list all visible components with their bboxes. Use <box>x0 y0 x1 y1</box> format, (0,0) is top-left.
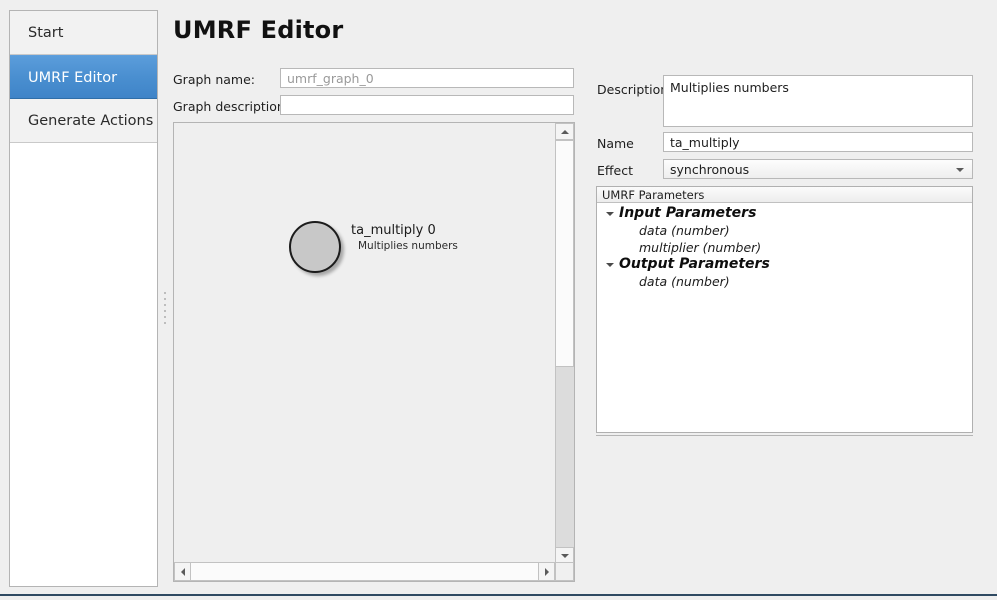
tree-item[interactable]: data (number) <box>597 222 972 239</box>
triangle-down-icon[interactable] <box>603 211 617 216</box>
umrf-parameters-panel: UMRF Parameters Input Parameters data (n… <box>596 186 973 433</box>
tree-item-label: multiplier (number) <box>639 240 762 255</box>
triangle-right-icon <box>544 567 549 576</box>
vertical-scroll-thumb[interactable] <box>555 140 574 367</box>
sidebar-item-generate-actions[interactable]: Generate Actions <box>10 99 157 143</box>
scroll-up-button[interactable] <box>555 123 574 140</box>
panel-splitter[interactable] <box>160 10 172 587</box>
description-label: Description <box>597 82 669 97</box>
sidebar: Start UMRF Editor Generate Actions <box>9 10 158 587</box>
graph-canvas-frame: ta_multiply 0 Multiplies numbers <box>173 122 575 582</box>
graph-description-label: Graph description: <box>173 99 290 114</box>
tree-item-label: data (number) <box>639 274 730 289</box>
sidebar-item-umrf-editor[interactable]: UMRF Editor <box>10 55 157 99</box>
graph-node-circle[interactable] <box>289 221 341 273</box>
name-input[interactable] <box>663 132 973 152</box>
scrollbar-corner <box>555 562 574 581</box>
effect-label: Effect <box>597 163 633 178</box>
graph-canvas[interactable]: ta_multiply 0 Multiplies numbers <box>174 123 557 564</box>
umrf-parameters-header[interactable]: UMRF Parameters <box>597 187 972 203</box>
tree-item[interactable]: data (number) <box>597 273 972 290</box>
horizontal-scroll-thumb[interactable] <box>190 562 539 581</box>
splitter-grip-icon <box>164 292 167 326</box>
page-title: UMRF Editor <box>173 16 344 44</box>
triangle-down-icon <box>560 553 569 558</box>
umrf-parameters-tree: Input Parameters data (number) multiplie… <box>597 203 972 290</box>
tree-item-label: data (number) <box>639 223 730 238</box>
sidebar-item-label: UMRF Editor <box>28 70 118 86</box>
graph-node-title: ta_multiply 0 <box>351 223 436 238</box>
effect-dropdown[interactable]: synchronous <box>663 159 973 179</box>
canvas-vertical-scrollbar[interactable] <box>555 123 574 564</box>
chevron-down-icon <box>956 168 964 172</box>
graph-node-subtitle: Multiplies numbers <box>358 240 458 252</box>
tree-item[interactable]: multiplier (number) <box>597 239 972 256</box>
triangle-up-icon <box>560 129 569 134</box>
description-input[interactable]: Multiplies numbers <box>663 75 973 127</box>
canvas-horizontal-scrollbar[interactable] <box>174 562 574 581</box>
name-label: Name <box>597 136 634 151</box>
sidebar-item-label: Generate Actions <box>28 113 154 129</box>
scroll-right-button[interactable] <box>538 562 555 581</box>
sidebar-item-label: Start <box>28 25 64 41</box>
tree-group-label: Input Parameters <box>619 205 757 221</box>
tree-group-input-parameters[interactable]: Input Parameters <box>597 205 972 222</box>
graph-description-input[interactable] <box>280 95 574 115</box>
panel-separator <box>596 435 973 436</box>
tree-group-output-parameters[interactable]: Output Parameters <box>597 256 972 273</box>
graph-name-label: Graph name: <box>173 72 255 87</box>
scroll-left-button[interactable] <box>174 562 191 581</box>
graph-name-input[interactable] <box>280 68 574 88</box>
effect-selected-value: synchronous <box>670 162 750 177</box>
bottom-accent-rule <box>0 594 997 596</box>
triangle-down-icon[interactable] <box>603 262 617 267</box>
sidebar-item-start[interactable]: Start <box>10 11 157 55</box>
tree-group-label: Output Parameters <box>619 256 770 272</box>
triangle-left-icon <box>180 567 185 576</box>
